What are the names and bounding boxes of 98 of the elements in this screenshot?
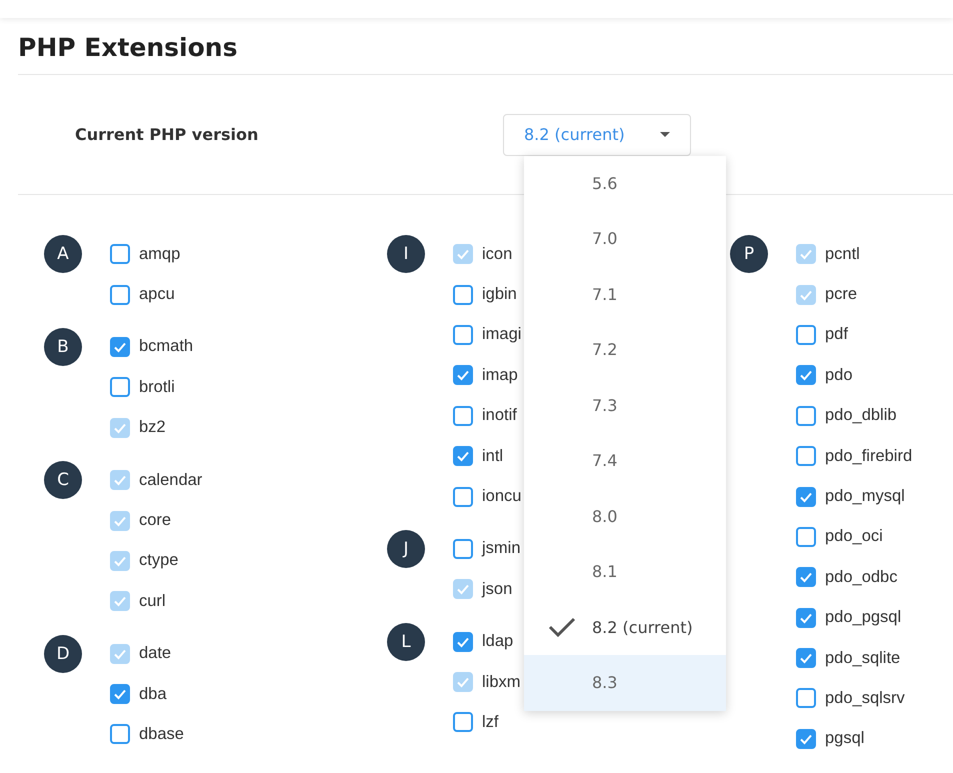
- checkbox[interactable]: [453, 446, 473, 466]
- checkbox[interactable]: [110, 724, 130, 744]
- checkbox[interactable]: [453, 486, 473, 507]
- checkbox[interactable]: [796, 608, 816, 628]
- checkbox[interactable]: [453, 538, 473, 559]
- checkbox[interactable]: [453, 406, 473, 426]
- extension-label: icon: [482, 244, 512, 264]
- check-icon: [799, 651, 813, 666]
- extension-label: date: [139, 644, 172, 664]
- caret-icon: [660, 132, 670, 137]
- extension-label: imap: [482, 366, 518, 385]
- version-option[interactable]: 7.4: [524, 433, 726, 488]
- checkbox[interactable]: [110, 284, 130, 305]
- checkbox[interactable]: [453, 284, 473, 305]
- version-option[interactable]: 8.3: [524, 655, 726, 710]
- extension-label: pdf: [825, 325, 848, 344]
- page-title: PHP Extensions: [18, 32, 238, 64]
- checkbox[interactable]: [796, 526, 816, 547]
- letter-badge: C: [44, 460, 82, 499]
- letter-badge: D: [44, 634, 82, 673]
- check-icon: [113, 594, 127, 608]
- extension-label: pdo_oci: [825, 527, 883, 546]
- checkbox[interactable]: [453, 632, 473, 652]
- version-option[interactable]: 5.6: [524, 156, 726, 211]
- checkbox[interactable]: [453, 712, 473, 732]
- letter-badge: L: [387, 622, 425, 661]
- extension-label: imagi: [482, 325, 522, 344]
- extension-label: bcmath: [139, 337, 194, 356]
- letter-badge: P: [730, 235, 768, 273]
- checkbox[interactable]: [796, 446, 816, 466]
- checkbox[interactable]: [453, 365, 473, 386]
- extension-label: brotli: [139, 378, 175, 397]
- checkbox[interactable]: [110, 684, 130, 704]
- extension-label: pdo_sqlsrv: [825, 688, 905, 708]
- version-option[interactable]: 7.3: [524, 378, 726, 433]
- extension-label: core: [139, 511, 172, 530]
- check-icon: [799, 570, 813, 584]
- extension-label: pdo_mysql: [825, 487, 905, 506]
- version-option[interactable]: 8.2 (current): [524, 600, 726, 655]
- extension-label: pdo_sqlite: [825, 648, 900, 668]
- extension-label: ldap: [482, 632, 514, 652]
- checkbox[interactable]: [796, 324, 816, 345]
- version-option[interactable]: 7.1: [524, 266, 726, 322]
- extension-label: libxm: [482, 672, 521, 692]
- extension-label: pdo_odbc: [825, 568, 898, 587]
- extension-label: pdo_firebird: [825, 446, 912, 466]
- extension-label: ctype: [139, 551, 178, 570]
- extension-label: intl: [482, 446, 504, 466]
- extension-label: dba: [139, 684, 167, 704]
- check-icon: [456, 675, 470, 690]
- version-select[interactable]: 8.2 (current): [503, 114, 691, 156]
- checkbox[interactable]: [796, 406, 816, 426]
- checkbox[interactable]: [796, 688, 816, 708]
- check-icon: [456, 368, 470, 382]
- extension-label: json: [482, 580, 512, 599]
- extension-label: dbase: [139, 724, 184, 744]
- check-icon: [799, 247, 813, 262]
- check-icon: [456, 247, 470, 262]
- check-icon: [113, 473, 127, 488]
- version-option[interactable]: 8.0: [524, 488, 726, 544]
- extension-label: pdo_pgsql: [825, 608, 902, 628]
- extension-label: pdo: [825, 366, 853, 385]
- version-option[interactable]: 8.1: [524, 544, 726, 600]
- extension-label: inotif: [482, 406, 517, 426]
- check-icon: [548, 617, 576, 638]
- letter-badge: A: [44, 235, 82, 273]
- checkbox[interactable]: [796, 648, 816, 668]
- letter-badge: B: [44, 328, 82, 366]
- checkbox[interactable]: [796, 728, 816, 749]
- checkbox[interactable]: [796, 486, 816, 507]
- version-label: Current PHP version: [75, 125, 260, 144]
- letter-badge: J: [387, 530, 425, 568]
- check-icon: [456, 582, 470, 596]
- check-icon: [799, 368, 813, 382]
- extension-label: igbin: [482, 285, 517, 304]
- extension-label: apcu: [139, 285, 175, 304]
- extension-label: lzf: [482, 712, 498, 732]
- extension-label: calendar: [139, 470, 202, 490]
- version-option[interactable]: 7.0: [524, 211, 726, 266]
- extension-label: pdo_dblib: [825, 406, 897, 426]
- checkbox[interactable]: [110, 377, 130, 398]
- checkbox[interactable]: [453, 324, 473, 345]
- extension-label: bz2: [139, 418, 166, 438]
- extension-label: pcre: [825, 285, 858, 304]
- check-icon: [456, 449, 470, 464]
- checkbox[interactable]: [110, 336, 130, 357]
- checkbox[interactable]: [796, 365, 816, 386]
- letter-badge: I: [387, 235, 425, 273]
- version-option[interactable]: 7.2: [524, 322, 726, 378]
- extension-label: pgsql: [825, 729, 864, 748]
- extension-label: pcntl: [825, 244, 860, 264]
- extension-label: curl: [139, 592, 166, 611]
- extension-label: amqp: [139, 244, 180, 264]
- extension-label: jsmin: [482, 539, 521, 558]
- extension-label: ioncu: [482, 487, 522, 506]
- check-icon: [113, 687, 127, 702]
- checkbox[interactable]: [796, 567, 816, 588]
- checkbox[interactable]: [110, 244, 130, 264]
